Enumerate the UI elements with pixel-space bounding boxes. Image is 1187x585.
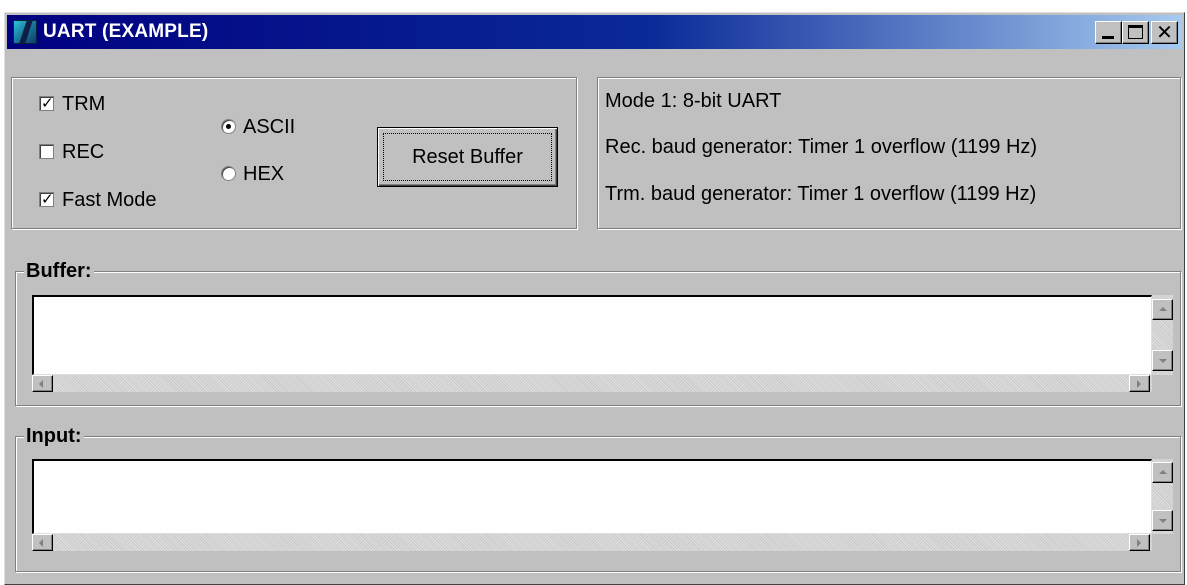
trm-checkbox[interactable]: ✓ xyxy=(39,94,54,112)
window-title: UART (EXAMPLE) xyxy=(43,21,209,42)
hex-radio[interactable] xyxy=(221,166,236,181)
input-scroll-right-button[interactable] xyxy=(1129,534,1150,551)
scroll-up-icon xyxy=(1159,470,1167,474)
trm-baud-text: Trm. baud generator: Timer 1 overflow (1… xyxy=(605,183,1037,205)
buffer-textarea[interactable] xyxy=(32,295,1152,375)
buffer-label: Buffer: xyxy=(24,260,94,282)
scroll-up-icon xyxy=(1159,307,1167,311)
buffer-vertical-scrollbar[interactable] xyxy=(1152,295,1173,375)
check-icon: ✓ xyxy=(41,94,54,112)
input-vertical-scrollbar[interactable] xyxy=(1152,459,1173,534)
input-scroll-left-button[interactable] xyxy=(32,534,53,551)
minimize-icon xyxy=(1102,36,1114,39)
buffer-scroll-down-button[interactable] xyxy=(1152,350,1173,371)
mode-text: Mode 1: 8-bit UART xyxy=(605,90,782,112)
close-icon: ✕ xyxy=(1156,20,1173,44)
buffer-scroll-right-button[interactable] xyxy=(1129,375,1150,392)
fast-mode-label[interactable]: Fast Mode xyxy=(62,188,156,212)
fast-mode-checkbox[interactable]: ✓ xyxy=(39,190,54,208)
hex-label[interactable]: HEX xyxy=(243,162,284,186)
scroll-left-icon xyxy=(39,380,43,388)
uart-app-icon[interactable] xyxy=(13,20,37,44)
input-label: Input: xyxy=(24,425,84,447)
close-button[interactable]: ✕ xyxy=(1151,21,1178,44)
scroll-left-icon xyxy=(39,539,43,547)
input-horizontal-scrollbar[interactable] xyxy=(32,534,1152,551)
rec-baud-text: Rec. baud generator: Timer 1 overflow (1… xyxy=(605,136,1038,158)
ascii-label[interactable]: ASCII xyxy=(243,115,295,139)
input-textarea[interactable] xyxy=(32,459,1152,534)
scroll-right-icon xyxy=(1137,380,1141,388)
buffer-scroll-up-button[interactable] xyxy=(1152,299,1173,320)
radio-selected-dot xyxy=(226,124,231,129)
scroll-right-icon xyxy=(1137,539,1141,547)
rec-checkbox[interactable] xyxy=(39,144,54,159)
trm-label[interactable]: TRM xyxy=(62,92,105,116)
reset-buffer-button[interactable]: Reset Buffer xyxy=(377,127,558,187)
uart-window: UART (EXAMPLE) ✕ ✓ TRM REC ✓ Fast Mode A… xyxy=(4,12,1185,585)
check-icon: ✓ xyxy=(41,190,54,208)
maximize-icon xyxy=(1128,25,1143,39)
maximize-button[interactable] xyxy=(1122,21,1149,44)
ascii-radio[interactable] xyxy=(221,119,236,134)
focus-indicator xyxy=(383,133,552,181)
input-scroll-up-button[interactable] xyxy=(1152,462,1173,483)
rec-label[interactable]: REC xyxy=(62,140,104,164)
minimize-button[interactable] xyxy=(1095,21,1122,44)
scroll-down-icon xyxy=(1159,359,1167,363)
scroll-down-icon xyxy=(1159,519,1167,523)
buffer-horizontal-scrollbar[interactable] xyxy=(32,375,1152,392)
buffer-scroll-left-button[interactable] xyxy=(32,375,53,392)
input-scroll-down-button[interactable] xyxy=(1152,510,1173,531)
title-bar[interactable]: UART (EXAMPLE) ✕ xyxy=(7,15,1182,49)
